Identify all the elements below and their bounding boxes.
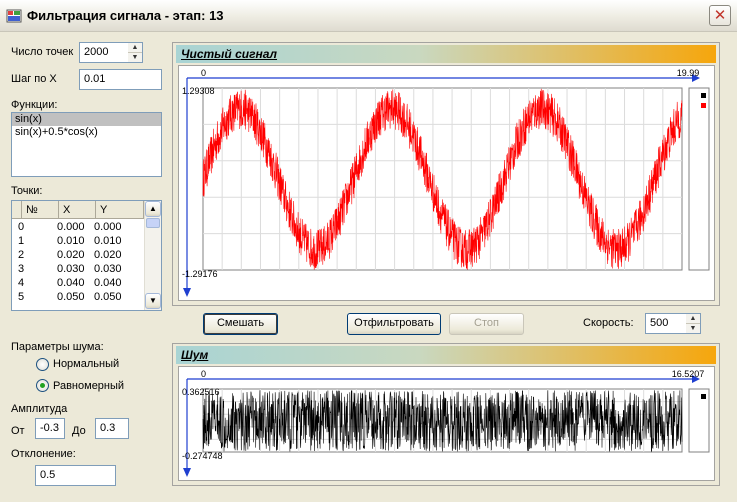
- legend-swatch: [701, 394, 706, 399]
- noise-panel: Шум 0 16.5207 0.362516 -0.274748: [172, 343, 720, 486]
- points-count-input[interactable]: 2000: [79, 42, 129, 63]
- grid-cell[interactable]: 0.050: [90, 290, 122, 304]
- scroll-down-icon[interactable]: ▼: [145, 293, 161, 309]
- step-x-label: Шаг по X: [11, 73, 57, 85]
- points-grid[interactable]: № X Y 0 0.000 0.000 1 0.010 0.010 2 0.020 0.020 3…: [11, 200, 162, 311]
- grid-cell[interactable]: 0.030: [53, 262, 85, 276]
- functions-listbox[interactable]: sin(x) sin(x)+0.5*cos(x): [11, 112, 162, 177]
- grid-cell[interactable]: 0.040: [90, 276, 122, 290]
- grid-cell[interactable]: 0: [14, 220, 24, 234]
- grid-cell[interactable]: 3: [14, 262, 24, 276]
- y-max-label: 1.29308: [182, 86, 215, 96]
- scroll-thumb[interactable]: [146, 218, 160, 228]
- grid-cell[interactable]: 1: [14, 234, 24, 248]
- noise-chart-area: 0 16.5207 0.362516 -0.274748: [178, 366, 715, 481]
- mix-button[interactable]: Смешать: [203, 313, 278, 335]
- close-button[interactable]: ✕: [709, 5, 731, 26]
- x-min-label: 0: [201, 369, 206, 379]
- amplitude-label: Амплитуда: [11, 403, 68, 415]
- grid-col-header[interactable]: №: [22, 201, 59, 219]
- grid-col-header[interactable]: X: [59, 201, 96, 219]
- signal-chart: 0 19.99 1.29308 -1.29176: [182, 68, 710, 297]
- grid-cell[interactable]: 4: [14, 276, 24, 290]
- legend-box: [688, 87, 710, 271]
- step-x-input[interactable]: 0.01: [79, 69, 162, 90]
- filter-button[interactable]: Отфильтровать: [347, 313, 441, 335]
- radio-normal[interactable]: [36, 358, 49, 371]
- close-icon: ✕: [713, 7, 727, 24]
- radio-normal-label[interactable]: Нормальный: [53, 358, 119, 370]
- x-max-label: 19.99: [677, 68, 700, 78]
- x-max-label: 16.5207: [672, 369, 705, 379]
- y-axis-arrow-icon: [183, 468, 191, 477]
- amplitude-to-input[interactable]: 0.3: [95, 418, 129, 439]
- speed-spinner[interactable]: ▲ ▼: [686, 313, 701, 334]
- points-grid-label: Точки:: [11, 185, 43, 197]
- spin-up-icon[interactable]: ▲: [128, 43, 142, 53]
- to-label: До: [72, 425, 86, 437]
- grid-body: 0 0.000 0.000 1 0.010 0.010 2 0.020 0.020 3 0.030 0…: [12, 220, 144, 310]
- noise-chart: 0 16.5207 0.362516 -0.274748: [182, 369, 710, 477]
- grid-cell[interactable]: 2: [14, 248, 24, 262]
- points-count-label: Число точек: [11, 46, 74, 58]
- grid-cell[interactable]: 0.050: [53, 290, 85, 304]
- app-icon: [6, 9, 22, 23]
- scroll-up-icon[interactable]: ▲: [145, 201, 161, 217]
- y-min-label: -0.274748: [182, 451, 223, 461]
- grid-col-header[interactable]: Y: [96, 201, 144, 219]
- x-min-label: 0: [201, 68, 206, 78]
- grid-cell[interactable]: 0.020: [90, 248, 122, 262]
- stop-button[interactable]: Стоп: [449, 313, 524, 335]
- grid-scrollbar[interactable]: ▲ ▼: [144, 201, 161, 310]
- noise-panel-title: Шум: [176, 346, 716, 364]
- grid-cell[interactable]: 5: [14, 290, 24, 304]
- spin-down-icon[interactable]: ▼: [686, 324, 700, 334]
- radio-uniform-label[interactable]: Равномерный: [53, 380, 124, 392]
- grid-cell[interactable]: 0.010: [53, 234, 85, 248]
- signal-chart-area: 0 19.99 1.29308 -1.29176: [178, 65, 715, 301]
- title-bar: Фильтрация сигнала - этап: 13 ✕: [0, 0, 737, 32]
- legend-swatch: [701, 93, 706, 98]
- signal-panel-title: Чистый сигнал: [176, 45, 716, 63]
- spin-down-icon[interactable]: ▼: [128, 53, 142, 63]
- points-count-spinner[interactable]: ▲ ▼: [128, 42, 143, 63]
- spin-up-icon[interactable]: ▲: [686, 314, 700, 324]
- noise-params-label: Параметры шума:: [11, 341, 104, 353]
- amplitude-from-input[interactable]: -0.3: [35, 418, 65, 439]
- from-label: От: [11, 425, 25, 437]
- window-title: Фильтрация сигнала - этап: 13: [27, 8, 224, 23]
- legend-swatch: [701, 103, 706, 108]
- grid-cell[interactable]: 0.000: [90, 220, 122, 234]
- grid-cell[interactable]: 0.030: [90, 262, 122, 276]
- y-axis-arrow-icon: [183, 288, 191, 297]
- grid-cell[interactable]: 0.020: [53, 248, 85, 262]
- radio-uniform[interactable]: [36, 379, 49, 392]
- grid-cell[interactable]: 0.010: [90, 234, 122, 248]
- grid-cell[interactable]: 0.040: [53, 276, 85, 290]
- y-max-label: 0.362516: [182, 387, 220, 397]
- grid-cell[interactable]: 0.000: [53, 220, 85, 234]
- deviation-label: Отклонение:: [11, 448, 76, 460]
- function-item-sin-cos[interactable]: sin(x)+0.5*cos(x): [12, 126, 161, 139]
- signal-panel: Чистый сигнал 0 19.99 1.29308 -1.29176: [172, 42, 720, 306]
- function-item-sin[interactable]: sin(x): [12, 113, 161, 126]
- deviation-input[interactable]: 0.5: [35, 465, 116, 486]
- functions-label: Функции:: [11, 99, 58, 111]
- speed-label: Скорость:: [583, 317, 634, 329]
- grid-corner: [12, 201, 22, 219]
- speed-input[interactable]: 500: [645, 313, 687, 334]
- y-min-label: -1.29176: [182, 269, 218, 279]
